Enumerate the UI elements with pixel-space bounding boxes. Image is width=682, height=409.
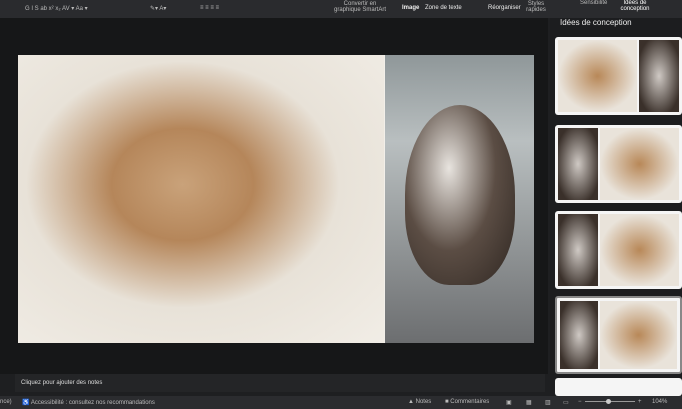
rearrange-button[interactable]: Réorganiser [488, 5, 521, 11]
design-ideas-button[interactable]: Idées de conception [618, 0, 652, 12]
quick-styles-button[interactable]: Styles rapides [525, 1, 547, 13]
design-ideas-panel: Idées de conception [550, 18, 682, 396]
zoom-level[interactable]: 104% [652, 399, 667, 405]
kitten [405, 105, 515, 285]
zoom-in-icon[interactable]: + [638, 399, 642, 405]
panel-title: Idées de conception [560, 18, 632, 27]
design-idea-3[interactable] [555, 211, 682, 289]
design-idea-5[interactable] [555, 378, 682, 396]
convert-smartart-button[interactable]: Convertir en graphique SmartArt [330, 1, 390, 13]
design-idea-1[interactable] [555, 37, 682, 115]
align-icons[interactable]: ≡ ≡ ≡ ≡ [200, 5, 219, 11]
text-box-button[interactable]: Zone de texte [425, 5, 462, 11]
notes-field[interactable]: Cliquez pour ajouter des notes [15, 374, 545, 392]
normal-view-icon[interactable]: ▣ [506, 399, 512, 406]
image-button[interactable]: Image [402, 5, 419, 11]
slide-sorter-icon[interactable]: ▦ [526, 399, 532, 406]
accessibility-status[interactable]: ♿ Accessibilité : consultez nos recomman… [22, 399, 155, 406]
highlight-color-icon[interactable]: ✎▾ A▾ [150, 5, 166, 12]
zoom-out-icon[interactable]: − [578, 399, 582, 405]
cat-nursing-kittens-photo[interactable] [18, 55, 384, 343]
accessibility-label: Accessibilité : consultez nos recommanda… [30, 400, 155, 406]
reading-view-icon[interactable]: ▥ [545, 399, 551, 406]
notes-label: Notes [415, 399, 432, 405]
language-status: nce) [0, 399, 12, 405]
notes-button[interactable]: ▲ Notes [408, 399, 431, 405]
comments-label: Commentaires [450, 399, 490, 405]
ribbon-toolbar: G I S ab x² x₂ AV ▾ Aa ▾ ✎▾ A▾ ≡ ≡ ≡ ≡ C… [0, 0, 682, 18]
zoom-slider-handle[interactable] [606, 399, 611, 404]
comments-button[interactable]: ■ Commentaires [445, 399, 489, 405]
font-format-buttons[interactable]: G I S ab x² x₂ AV ▾ Aa ▾ [25, 5, 88, 12]
design-idea-2[interactable] [555, 125, 682, 203]
slide[interactable] [18, 55, 534, 343]
design-idea-4[interactable] [555, 296, 682, 374]
status-bar: nce) ♿ Accessibilité : consultez nos rec… [0, 396, 682, 409]
kitten-photo[interactable] [385, 55, 534, 343]
sensitivity-button[interactable]: Sensibilité [580, 0, 607, 6]
slideshow-icon[interactable]: ▭ [563, 399, 569, 406]
